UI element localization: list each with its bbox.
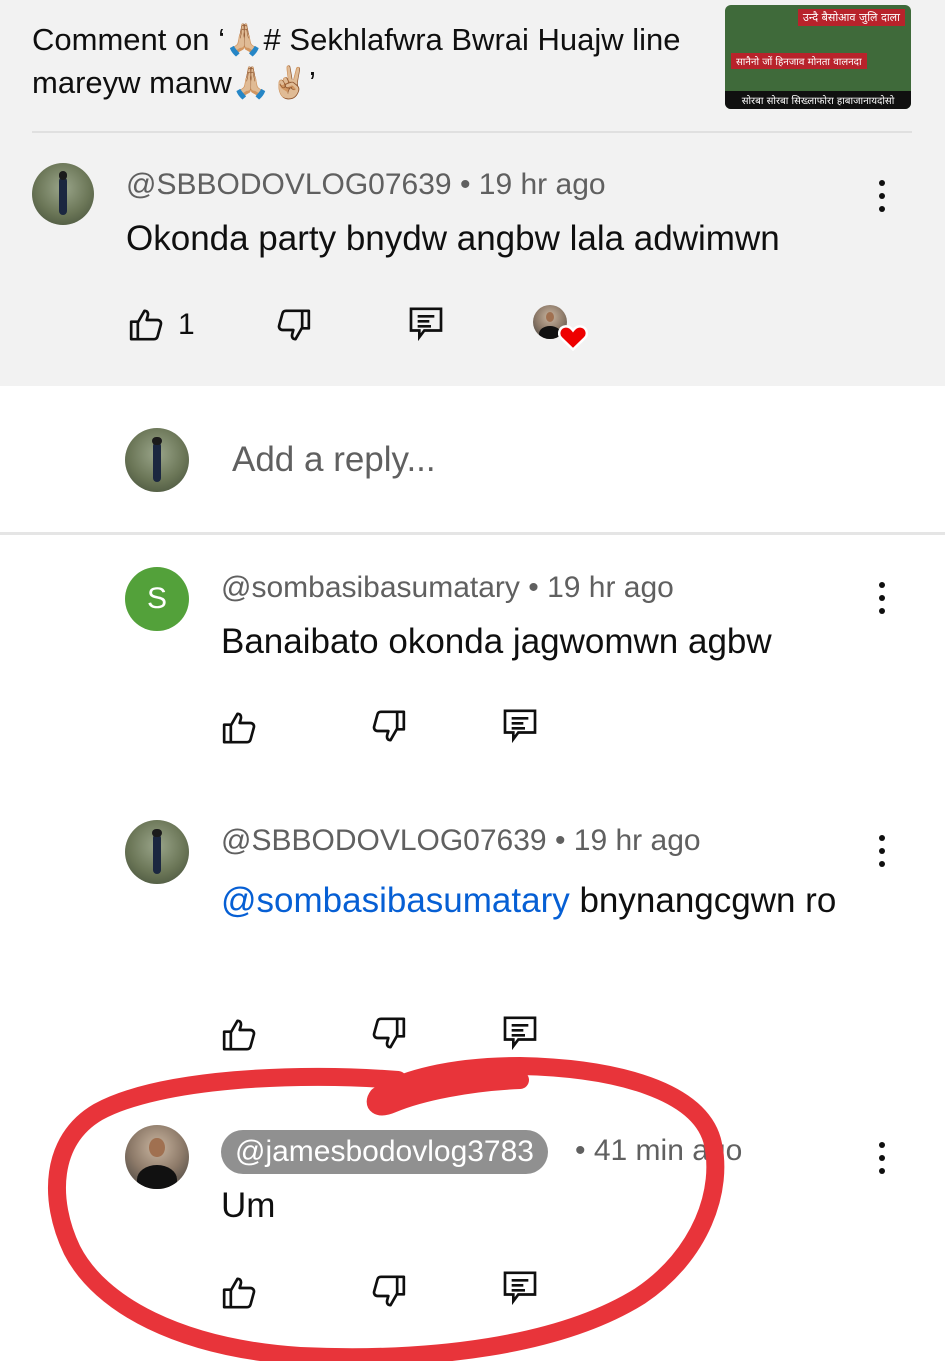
- reply-icon[interactable]: [500, 705, 540, 745]
- thumbnail-caption-1: उन्दै बैसोआव जुलि दाला: [797, 9, 905, 26]
- reply-2-body: bnynangcgwn ro: [579, 881, 837, 920]
- thumbnail-caption-2: सानैनो जों हिनजाव मोनता वालनदा: [731, 53, 867, 69]
- parent-comment-text: Okonda party bnydw angbw lala adwimwn: [126, 219, 780, 258]
- parent-time: 19 hr ago: [478, 168, 606, 201]
- reply-3-text: Um: [221, 1186, 276, 1225]
- more-vert-icon[interactable]: [877, 580, 887, 616]
- reply-2-avatar[interactable]: [125, 820, 189, 884]
- reply-icon[interactable]: [406, 303, 446, 343]
- meta-separator: •: [575, 1134, 594, 1167]
- thumbnail-caption-3: सोरबा सोरबा सिख्लाफोरा हाबाजानायदोसो: [725, 91, 911, 109]
- reply-2-mention[interactable]: @sombasibasumatary: [221, 881, 570, 920]
- reply-1-avatar[interactable]: S: [125, 567, 189, 631]
- reply-1-handle[interactable]: @sombasibasumatary: [221, 571, 520, 604]
- reply-1-meta: @sombasibasumatary • 19 hr ago: [221, 571, 674, 605]
- dislike-icon[interactable]: [368, 706, 408, 746]
- parent-meta: @SBBODOVLOG07639 • 19 hr ago: [126, 168, 606, 202]
- like-count: 1: [178, 308, 195, 341]
- like-icon[interactable]: [127, 305, 167, 345]
- meta-separator: •: [459, 168, 479, 201]
- reply-icon[interactable]: [500, 1267, 540, 1307]
- like-icon[interactable]: [220, 1015, 260, 1055]
- reply-1-text: Banaibato okonda jagwomwn agbw: [221, 622, 772, 661]
- my-avatar: [125, 428, 189, 492]
- replies-divider: [0, 532, 945, 535]
- creator-heart-icon: [558, 325, 588, 351]
- meta-separator: •: [528, 571, 548, 604]
- more-vert-icon[interactable]: [877, 833, 887, 869]
- reply-2-time: 19 hr ago: [573, 824, 701, 857]
- reply-3-avatar[interactable]: [125, 1125, 189, 1189]
- parent-avatar[interactable]: [32, 163, 94, 225]
- reply-1-time: 19 hr ago: [547, 571, 674, 604]
- reply-2-handle[interactable]: @SBBODOVLOG07639: [221, 824, 547, 857]
- meta-separator: •: [554, 824, 574, 857]
- parent-handle[interactable]: @SBBODOVLOG07639: [126, 168, 452, 201]
- reply-3-time: 41 min ago: [593, 1134, 743, 1167]
- add-reply-input[interactable]: Add a reply...: [232, 440, 436, 480]
- more-vert-icon[interactable]: [877, 1140, 887, 1176]
- reply-3-handle[interactable]: @jamesbodovlog3783: [221, 1130, 548, 1174]
- like-icon[interactable]: [220, 1273, 260, 1313]
- like-icon[interactable]: [220, 708, 260, 748]
- reply-2-text: @sombasibasumatary bnynangcgwn ro: [221, 874, 861, 928]
- dislike-icon[interactable]: [273, 305, 313, 345]
- reply-3-meta: • 41 min ago: [575, 1134, 742, 1168]
- header-divider: [32, 131, 912, 133]
- comment-header-title: Comment on ‘🙏🏼# Sekhlafwra Bwrai Huajw l…: [32, 22, 681, 100]
- dislike-icon[interactable]: [368, 1271, 408, 1311]
- reply-2-meta: @SBBODOVLOG07639 • 19 hr ago: [221, 824, 701, 858]
- more-vert-icon[interactable]: [877, 178, 887, 214]
- dislike-icon[interactable]: [368, 1013, 408, 1053]
- reply-icon[interactable]: [500, 1012, 540, 1052]
- video-thumbnail[interactable]: उन्दै बैसोआव जुलि दाला सानैनो जों हिनजाव…: [725, 5, 911, 109]
